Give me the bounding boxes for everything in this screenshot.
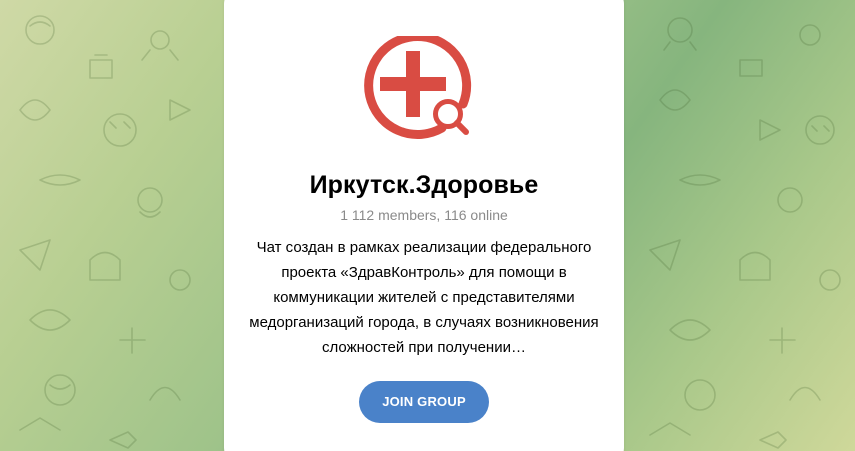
group-description: Чат создан в рамках реализации федеральн… [249,239,599,356]
join-group-button[interactable]: JOIN GROUP [359,381,489,423]
group-card: Иркутск.Здоровье 1 112 members, 116 onli… [224,0,624,451]
group-title: Иркутск.Здоровье [309,171,539,199]
group-member-stats: 1 112 members, 116 online [340,207,508,223]
medical-cross-search-icon [364,36,472,139]
